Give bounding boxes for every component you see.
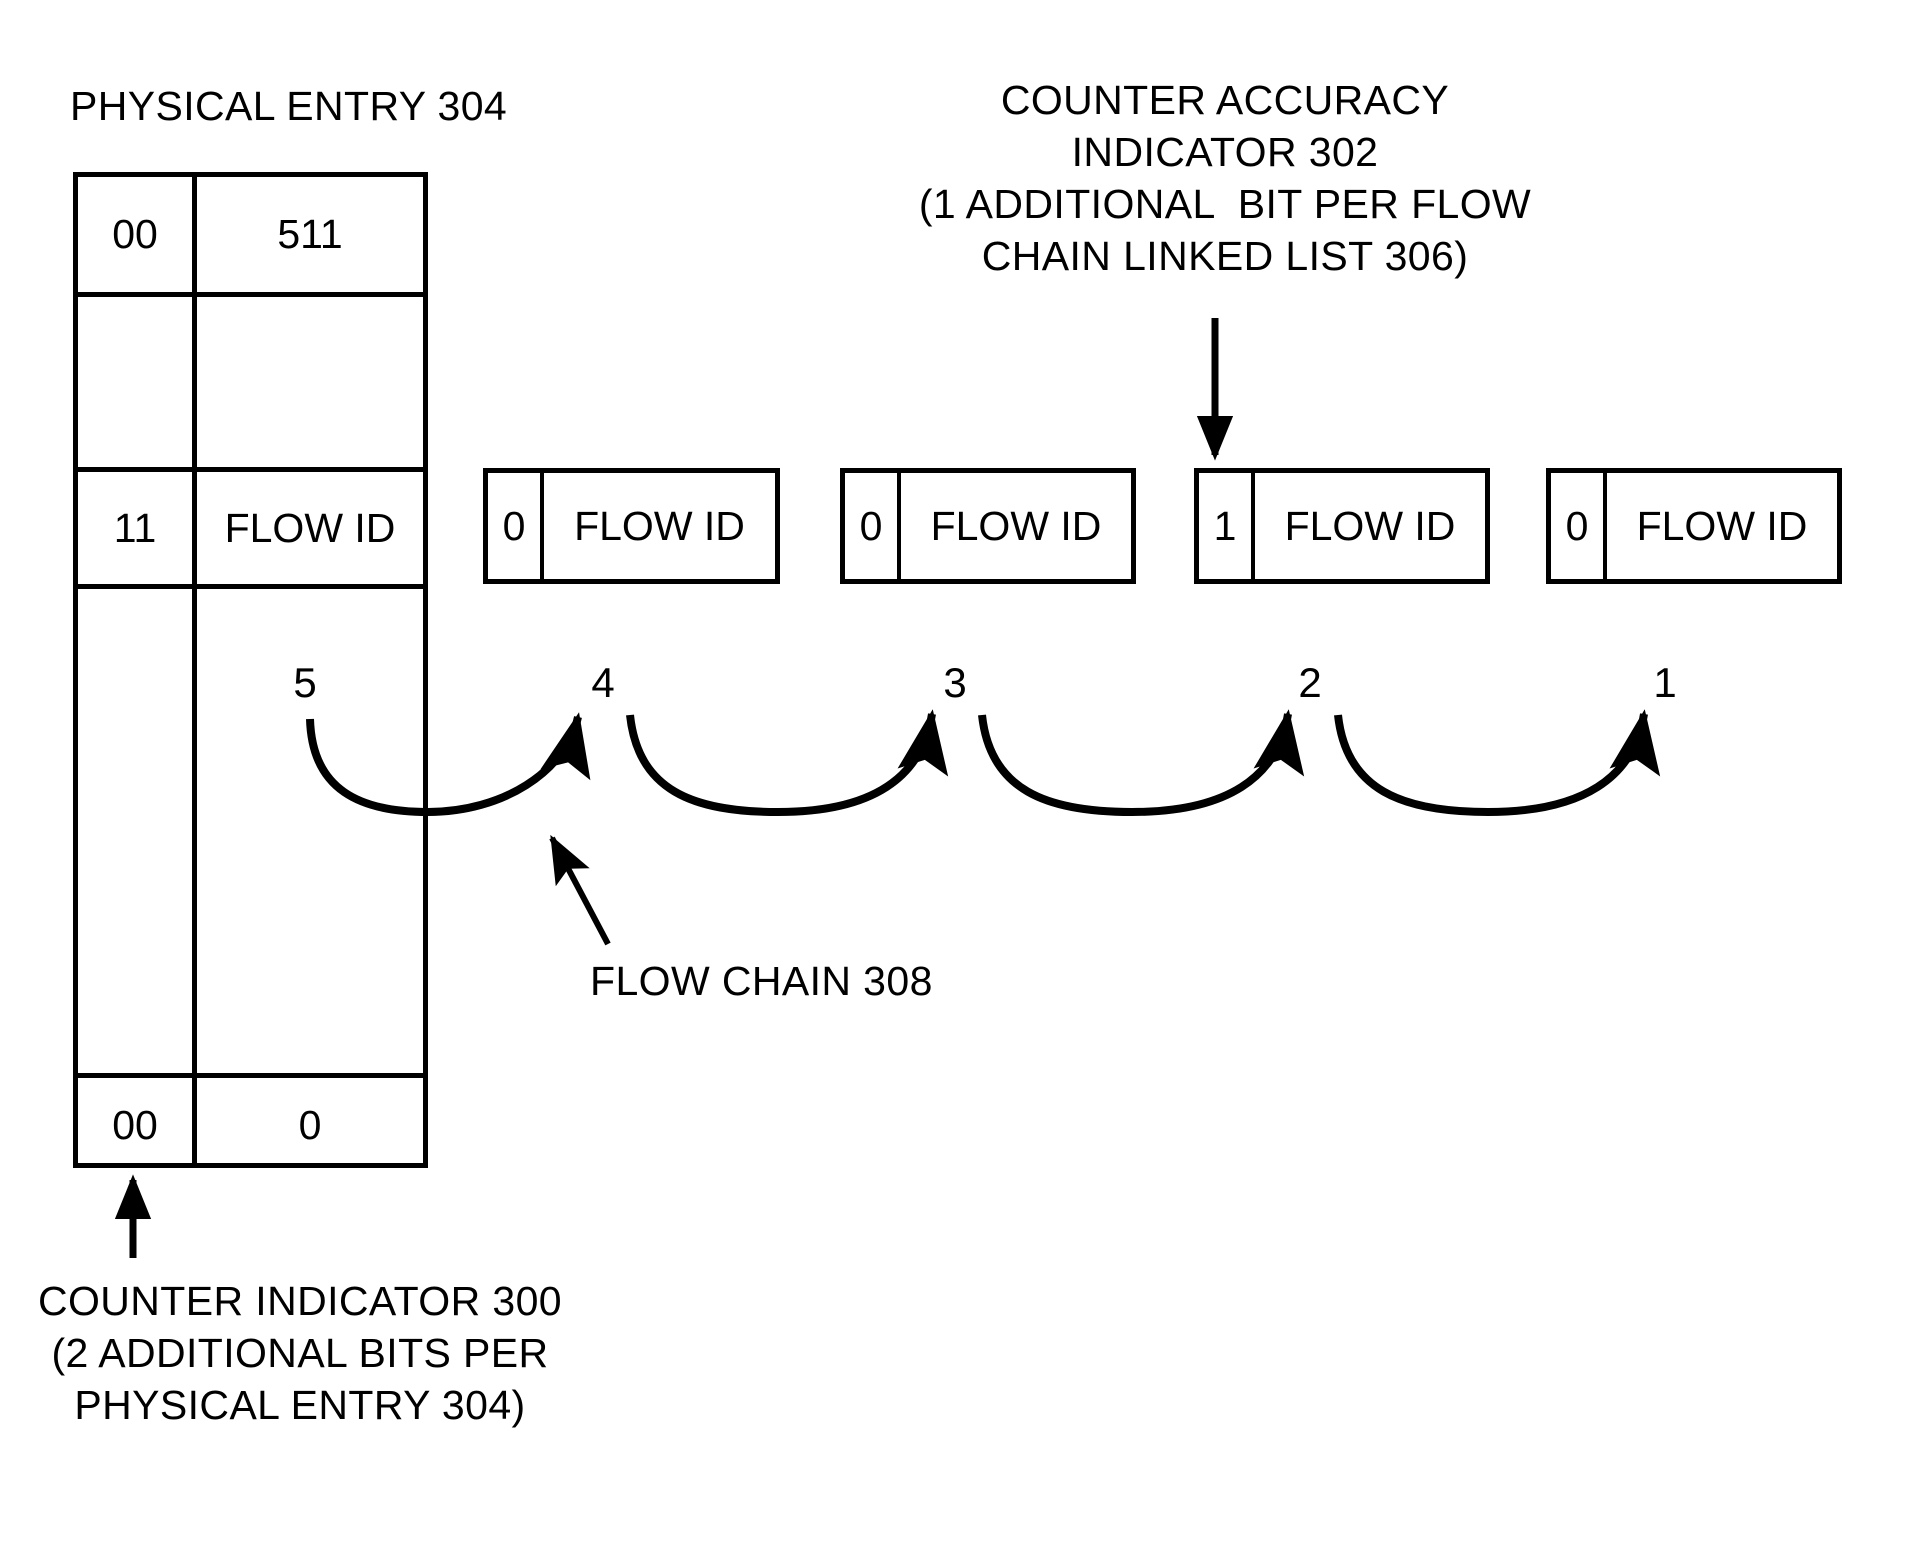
entry-value [197, 297, 423, 467]
counter-indicator-bits [78, 589, 192, 1073]
counter-accuracy-line-4: CHAIN LINKED LIST 306) [981, 233, 1469, 279]
entry-value: FLOW ID [224, 504, 396, 551]
flow-id-label: FLOW ID [930, 502, 1102, 549]
table-row: 11 FLOW ID [78, 472, 423, 584]
counter-indicator-line-1: COUNTER INDICATOR 300 [37, 1278, 563, 1324]
flow-chain-caption: FLOW CHAIN 308 [590, 958, 933, 1004]
chain-arc-3-to-2 [978, 709, 1305, 817]
counter-indicator-bits: 11 [113, 504, 157, 551]
entry-value: 511 [277, 211, 343, 257]
physical-entry-title: PHYSICAL ENTRY 304 [70, 83, 508, 129]
patent-figure-canvas: PHYSICAL ENTRY 304 COUNTER ACCURACY INDI… [0, 0, 1932, 1553]
counter-accuracy-bit: 0 [1551, 473, 1607, 579]
chain-position-4: 4 [591, 659, 615, 706]
counter-indicator-bits: 00 [112, 211, 158, 257]
flow-chain-node: 0 FLOW ID [840, 468, 1136, 584]
counter-accuracy-line-1: COUNTER ACCURACY [1000, 77, 1450, 123]
chain-position-2: 2 [1298, 659, 1322, 706]
chain-arc-4-to-3 [626, 709, 949, 817]
counter-accuracy-line-3: (1 ADDITIONAL BIT PER FLOW [918, 181, 1532, 227]
table-row: 00 0 [78, 1078, 423, 1173]
table-row [78, 589, 423, 1073]
counter-indicator-bits [78, 297, 192, 467]
counter-accuracy-line-2: INDICATOR 302 [1071, 129, 1379, 175]
table-row [78, 297, 423, 467]
counter-indicator-line-3: PHYSICAL ENTRY 304) [74, 1382, 526, 1428]
flow-id-label: FLOW ID [1284, 502, 1456, 549]
counter-accuracy-bit: 0 [845, 473, 901, 579]
chain-arc-2-to-1 [1334, 709, 1661, 817]
counter-accuracy-bit: 1 [1199, 473, 1255, 579]
counter-indicator-bits: 00 [112, 1102, 158, 1148]
physical-entry-table: 00 511 11 FLOW ID 00 0 [73, 172, 428, 1168]
flow-id-label: FLOW ID [1636, 502, 1808, 549]
entry-value: 0 [298, 1102, 322, 1148]
counter-accuracy-bit: 0 [488, 473, 544, 579]
chain-position-5: 5 [293, 659, 317, 706]
flow-chain-node: 0 FLOW ID [1546, 468, 1842, 584]
chain-position-1: 1 [1653, 659, 1677, 706]
chain-position-3: 3 [943, 659, 967, 706]
flow-chain-node: 1 FLOW ID [1194, 468, 1490, 584]
flow-chain-node: 0 FLOW ID [483, 468, 780, 584]
flow-id-label: FLOW ID [574, 502, 745, 549]
flow-chain-pointer-arrow [549, 834, 611, 946]
table-row: 00 511 [78, 177, 423, 292]
counter-indicator-line-2: (2 ADDITIONAL BITS PER [51, 1330, 549, 1376]
